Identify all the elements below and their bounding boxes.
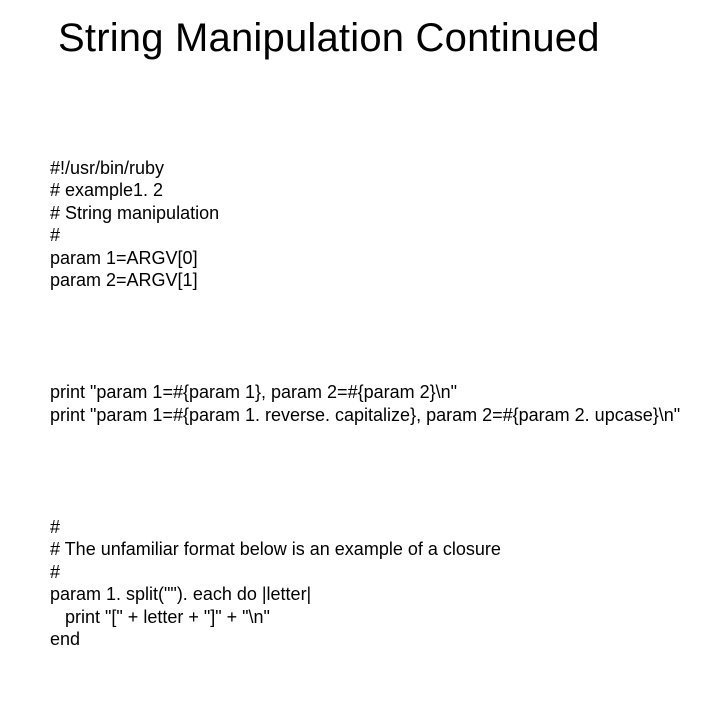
code-line: # <box>50 225 60 245</box>
code-section-2: print "param 1=#{param 1}, param 2=#{par… <box>50 359 686 427</box>
code-block: #!/usr/bin/ruby # example1. 2 # String m… <box>50 89 686 718</box>
code-line: # example1. 2 <box>50 180 163 200</box>
code-section-3: # # The unfamiliar format below is an ex… <box>50 493 686 651</box>
code-line: # String manipulation <box>50 203 219 223</box>
code-section-1: #!/usr/bin/ruby # example1. 2 # String m… <box>50 134 686 292</box>
code-line: #!/usr/bin/ruby <box>50 158 164 178</box>
code-line: # The unfamiliar format below is an exam… <box>50 539 501 559</box>
code-line: # <box>50 517 60 537</box>
code-line: print "param 1=#{param 1. reverse. capit… <box>50 405 680 425</box>
code-line: end <box>50 629 80 649</box>
code-line: param 1=ARGV[0] <box>50 248 198 268</box>
code-line: print "param 1=#{param 1}, param 2=#{par… <box>50 382 457 402</box>
code-line: param 2=ARGV[1] <box>50 270 198 290</box>
slide-title: String Manipulation Continued <box>58 16 686 61</box>
slide: String Manipulation Continued #!/usr/bin… <box>0 0 720 540</box>
code-line: param 1. split(""). each do |letter| <box>50 584 311 604</box>
code-line: # <box>50 562 60 582</box>
code-line: print "[" + letter + "]" + "\n" <box>50 607 270 627</box>
